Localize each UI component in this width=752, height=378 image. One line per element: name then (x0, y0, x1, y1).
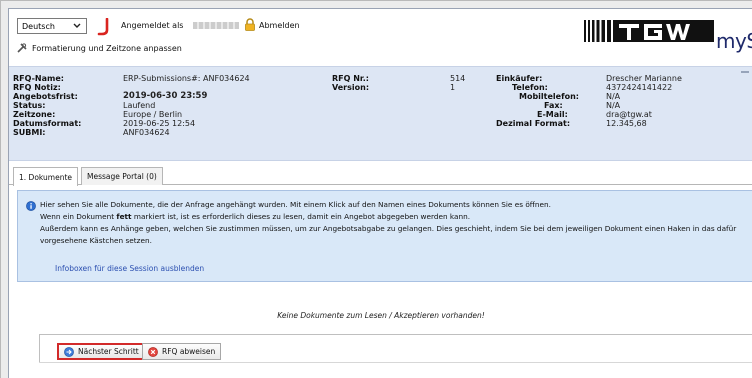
version-label: Version: (332, 83, 370, 92)
footer-divider-bottom (39, 362, 752, 363)
collapse-icon[interactable] (741, 71, 749, 73)
footer-divider (39, 334, 752, 335)
phone-label: Telefon: (512, 83, 548, 92)
reject-icon (148, 346, 158, 357)
status-label: Status: (13, 101, 46, 110)
status-value: Laufend (123, 101, 156, 110)
deadline-label: Angebotsfrist: (13, 92, 78, 101)
format-settings-link[interactable]: Formatierung und Zeitzone anpassen (17, 43, 182, 53)
buyer-label: Einkäufer: (496, 74, 543, 83)
tab-message-portal[interactable]: Message Portal (0) (81, 167, 163, 185)
mobile-value: N/A (606, 92, 621, 101)
decimal-format-label: Dezimal Format: (496, 119, 571, 128)
info-line-1: Hier sehen Sie alle Dokumente, die der A… (40, 200, 551, 209)
deadline-value: 2019-06-30 23:59 (123, 91, 208, 101)
decimal-format-value: 12.345,68 (606, 119, 647, 128)
phone-value: 4372424141422 (606, 83, 673, 92)
tab-message-portal-label: Message Portal (0) (87, 172, 157, 181)
info-line-2-post: markiert ist, ist es erforderlich dieses… (131, 212, 471, 221)
rfq-name-label: RFQ-Name: (13, 74, 64, 83)
submi-label: SUBMI: (13, 128, 46, 137)
info-box: Hier sehen Sie alle Dokumente, die der A… (17, 190, 752, 282)
version-value: 1 (450, 83, 456, 92)
submi-value: ANF034624 (123, 128, 170, 137)
fax-value: N/A (606, 101, 621, 110)
rfq-info-panel: RFQ-Name: ERP-Submissions#: ANF034624 RF… (9, 66, 752, 161)
empty-documents-message: Keine Dokumente zum Lesen / Akzeptieren … (277, 311, 485, 320)
tab-documents-label: 1. Dokumente (19, 172, 72, 182)
rfq-note-label: RFQ Notiz: (13, 83, 61, 92)
next-step-label: Nächster Schritt (78, 347, 139, 356)
reject-rfq-button[interactable]: RFQ abweisen (142, 343, 222, 360)
tab-documents[interactable]: 1. Dokumente (13, 167, 78, 186)
dateformat-label: Datumsformat: (13, 119, 82, 128)
info-line-4: vorgesehene Kästchen setzen. (40, 236, 152, 245)
dateformat-value: 2019-06-25 12:54 (123, 119, 196, 128)
info-icon (26, 201, 36, 211)
language-select-value: Deutsch (22, 21, 55, 31)
buyer-value: Drescher Marianne (606, 74, 682, 83)
info-line-2-bold: fett (116, 212, 132, 221)
mobile-label: Mobiltelefon: (519, 92, 579, 101)
rfq-nr-label: RFQ Nr.: (332, 74, 369, 83)
fax-label: Fax: (544, 101, 563, 110)
arrow-right-circle-icon (64, 346, 74, 357)
timezone-value: Europe / Berlin (123, 110, 183, 119)
language-select[interactable]: Deutsch (17, 18, 87, 34)
rfq-name-value: ERP-Submissions#: ANF034624 (123, 74, 250, 83)
tgw-logo (584, 20, 714, 42)
info-line-2: Wenn ein Dokument fett markiert ist, ist… (40, 212, 470, 222)
logout-link[interactable]: Abmelden (259, 21, 300, 30)
info-line-2-pre: Wenn ein Dokument (40, 212, 117, 221)
hide-infobox-link[interactable]: Infoboxen für diese Session ausblenden (55, 264, 204, 273)
email-label: E-Mail: (537, 110, 568, 119)
tools-icon (17, 43, 27, 53)
page: Deutsch Angemeldet als Abmelden Formatie… (8, 8, 752, 378)
tab-bar: 1. Dokumente Message Portal (0) (9, 167, 752, 186)
format-settings-label: Formatierung und Zeitzone anpassen (32, 43, 182, 53)
logged-in-label: Angemeldet als (121, 21, 184, 30)
reject-rfq-label: RFQ abweisen (162, 347, 216, 356)
chevron-down-icon (73, 23, 81, 28)
rfq-nr-value: 514 (450, 74, 466, 83)
username-redacted (193, 22, 239, 29)
next-step-button[interactable]: Nächster Schritt (57, 343, 146, 360)
footer-left-border (39, 335, 40, 362)
user-status-icon (97, 18, 109, 36)
mysrm-logo-text: mySRM (716, 29, 752, 53)
timezone-label: Zeitzone: (13, 110, 56, 119)
info-line-3: Außerdem kann es Anhänge geben, welchen … (40, 224, 737, 233)
lock-icon (245, 18, 255, 31)
email-value: dra@tgw.at (606, 110, 652, 119)
